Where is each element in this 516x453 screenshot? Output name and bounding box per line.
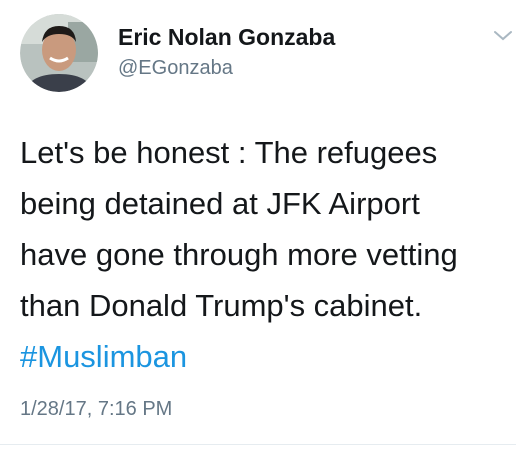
divider <box>0 444 516 445</box>
tweet-text-line: Let's be honest : The refugees <box>20 135 438 170</box>
author-display-name[interactable]: Eric Nolan Gonzaba <box>118 24 335 51</box>
tweet-text-line: than Donald Trump's cabinet. <box>20 288 423 323</box>
tweet-text: Let's be honest : The refugees being det… <box>20 127 512 382</box>
avatar-image <box>20 14 98 92</box>
tweet-text-line: being detained at JFK Airport <box>20 186 420 221</box>
chevron-down-icon[interactable] <box>492 28 514 44</box>
tweet-card: Eric Nolan Gonzaba @EGonzaba Let's be ho… <box>0 0 516 453</box>
tweet-timestamp[interactable]: 1/28/17, 7:16 PM <box>20 398 172 421</box>
hashtag-link[interactable]: #Muslimban <box>20 331 512 382</box>
avatar[interactable] <box>20 14 98 92</box>
tweet-text-line: have gone through more vetting <box>20 237 458 272</box>
author-handle[interactable]: @EGonzaba <box>118 57 233 80</box>
